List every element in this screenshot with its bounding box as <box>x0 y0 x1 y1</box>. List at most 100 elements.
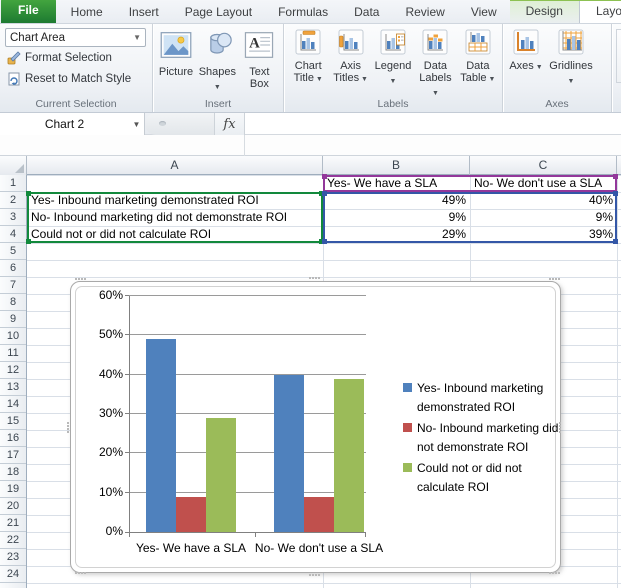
chevron-down-icon[interactable]: ▼ <box>133 33 141 42</box>
row-header-16[interactable]: 16 <box>0 430 26 447</box>
name-box-dropdown-icon[interactable]: ▼ <box>129 120 144 129</box>
row-header-2[interactable]: 2 <box>0 192 26 209</box>
row-header-5[interactable]: 5 <box>0 243 26 260</box>
select-all-button[interactable] <box>0 156 27 175</box>
column-header-C[interactable]: C <box>470 156 617 175</box>
tab-design[interactable]: Design <box>510 1 579 23</box>
chart-resize-grip[interactable] <box>75 278 77 280</box>
chart-resize-grip[interactable] <box>549 278 551 280</box>
cell-C1[interactable]: No- We don't use a SLA <box>470 175 617 192</box>
chart-resize-grip[interactable] <box>549 572 551 574</box>
bar-series1-cat2[interactable] <box>274 375 304 532</box>
chart-elements-combobox[interactable]: Chart Area ▼ <box>5 28 146 47</box>
bar-series1-cat1[interactable] <box>146 339 176 532</box>
row-header-12[interactable]: 12 <box>0 362 26 379</box>
cell-C2[interactable]: 40% <box>470 192 617 209</box>
cell-A3[interactable]: No- Inbound marketing did not demonstrat… <box>27 209 323 226</box>
row-header-24[interactable]: 24 <box>0 566 26 583</box>
bar-series2-cat2[interactable] <box>304 497 334 532</box>
column-header-A[interactable]: A <box>27 156 323 175</box>
button-label: Shapes ▼ <box>198 66 237 91</box>
row-header-4[interactable]: 4 <box>0 226 26 243</box>
tab-review[interactable]: Review <box>392 1 457 23</box>
cell-B4[interactable]: 29% <box>323 226 470 243</box>
chart-resize-grip[interactable] <box>67 422 69 424</box>
row-header-20[interactable]: 20 <box>0 498 26 515</box>
bar-series3-cat2[interactable] <box>334 379 364 532</box>
insert-function-button[interactable]: fx <box>215 113 245 135</box>
legend-entry[interactable]: Yes- Inbound marketing demonstrated ROI <box>401 379 561 417</box>
chart-plot-area[interactable]: 0% 10% 20% 30% 40% 50% 60% Yes- We have a SLA No… <box>99 288 383 555</box>
group-label-current-selection: Current Selection <box>35 98 117 110</box>
chart-title-button[interactable]: Chart Title ▼ <box>287 27 329 98</box>
dropdown-arrow-icon: ▼ <box>533 64 543 71</box>
picture-button[interactable]: Picture <box>156 27 196 98</box>
axes-button[interactable]: Axes ▼ <box>506 27 546 98</box>
row-header-1[interactable]: 1 <box>0 175 26 192</box>
legend-button[interactable]: Legend ▼ <box>372 27 414 98</box>
row-header-15[interactable]: 15 <box>0 413 26 430</box>
row-header-7[interactable]: 7 <box>0 277 26 294</box>
formula-input[interactable] <box>245 113 621 134</box>
bar-series3-cat1[interactable] <box>206 418 236 532</box>
format-selection-button[interactable]: Format Selection <box>5 48 147 68</box>
worksheet[interactable]: ABC 1 2 3 4 5 6 7 8 9 10 11 12 13 14 15 16 17 18 19 20 21 22 2… <box>0 156 621 588</box>
reset-to-match-style-button[interactable]: Reset to Match Style <box>5 69 147 89</box>
row-header-13[interactable]: 13 <box>0 379 26 396</box>
formula-bar: Chart 2 ▼ fx <box>0 113 621 135</box>
gridlines-icon <box>558 29 584 58</box>
tab-home[interactable]: Home <box>58 1 116 23</box>
y-axis-tick-label: 20% <box>98 445 123 460</box>
text-box-button[interactable]: A Text Box <box>239 27 280 98</box>
chart-resize-grip[interactable] <box>75 572 77 574</box>
chart[interactable]: 0% 10% 20% 30% 40% 50% 60% Yes- We have a SLA No… <box>67 277 561 576</box>
tab-file[interactable]: File <box>1 0 56 23</box>
row-header-17[interactable]: 17 <box>0 447 26 464</box>
chart-resize-grip[interactable] <box>309 277 311 279</box>
data-labels-button[interactable]: Data Labels ▼ <box>414 27 456 98</box>
data-labels-icon <box>422 29 448 58</box>
chart-resize-grip[interactable] <box>309 574 311 576</box>
column-headers: ABC <box>0 156 621 175</box>
chart-title-icon <box>295 29 321 58</box>
row-header-3[interactable]: 3 <box>0 209 26 226</box>
reset-style-icon <box>8 72 20 86</box>
legend-label: Could not or did not calculate ROI <box>417 461 522 494</box>
cell-B2[interactable]: 49% <box>323 192 470 209</box>
cell-C3[interactable]: 9% <box>470 209 617 226</box>
tab-page-layout[interactable]: Page Layout <box>172 1 265 23</box>
row-header-19[interactable]: 19 <box>0 481 26 498</box>
tab-data[interactable]: Data <box>341 1 392 23</box>
axis-titles-button[interactable]: Axis Titles ▼ <box>329 27 371 98</box>
row-header-8[interactable]: 8 <box>0 294 26 311</box>
row-header-11[interactable]: 11 <box>0 345 26 362</box>
cell-A2[interactable]: Yes- Inbound marketing demonstrated ROI <box>27 192 323 209</box>
legend-entry[interactable]: Could not or did not calculate ROI <box>401 459 561 497</box>
row-header-23[interactable]: 23 <box>0 549 26 566</box>
tab-insert[interactable]: Insert <box>116 1 172 23</box>
row-header-10[interactable]: 10 <box>0 328 26 345</box>
chart-resize-grip[interactable] <box>559 422 561 424</box>
row-header-18[interactable]: 18 <box>0 464 26 481</box>
row-header-21[interactable]: 21 <box>0 515 26 532</box>
column-header-B[interactable]: B <box>323 156 470 175</box>
cell-A4[interactable]: Could not or did not calculate ROI <box>27 226 323 243</box>
tab-view[interactable]: View <box>458 1 510 23</box>
name-box[interactable]: Chart 2 ▼ <box>0 113 145 135</box>
row-header-9[interactable]: 9 <box>0 311 26 328</box>
cell-B3[interactable]: 9% <box>323 209 470 226</box>
legend-label: No- Inbound marketing did not demonstrat… <box>417 421 559 454</box>
row-header-14[interactable]: 14 <box>0 396 26 413</box>
data-table-button[interactable]: Data Table ▼ <box>457 27 499 98</box>
shapes-button[interactable]: Shapes ▼ <box>196 27 239 98</box>
row-header-6[interactable]: 6 <box>0 260 26 277</box>
bar-series2-cat1[interactable] <box>176 497 206 532</box>
row-header-22[interactable]: 22 <box>0 532 26 549</box>
tab-formulas[interactable]: Formulas <box>265 1 341 23</box>
cell-B1[interactable]: Yes- We have a SLA <box>323 175 470 192</box>
legend-entry[interactable]: No- Inbound marketing did not demonstrat… <box>401 419 561 457</box>
gridlines-button[interactable]: Gridlines ▼ <box>546 27 596 98</box>
y-axis-tick-label: 40% <box>98 366 123 381</box>
tab-layout[interactable]: Layout <box>578 1 621 23</box>
cell-C4[interactable]: 39% <box>470 226 617 243</box>
